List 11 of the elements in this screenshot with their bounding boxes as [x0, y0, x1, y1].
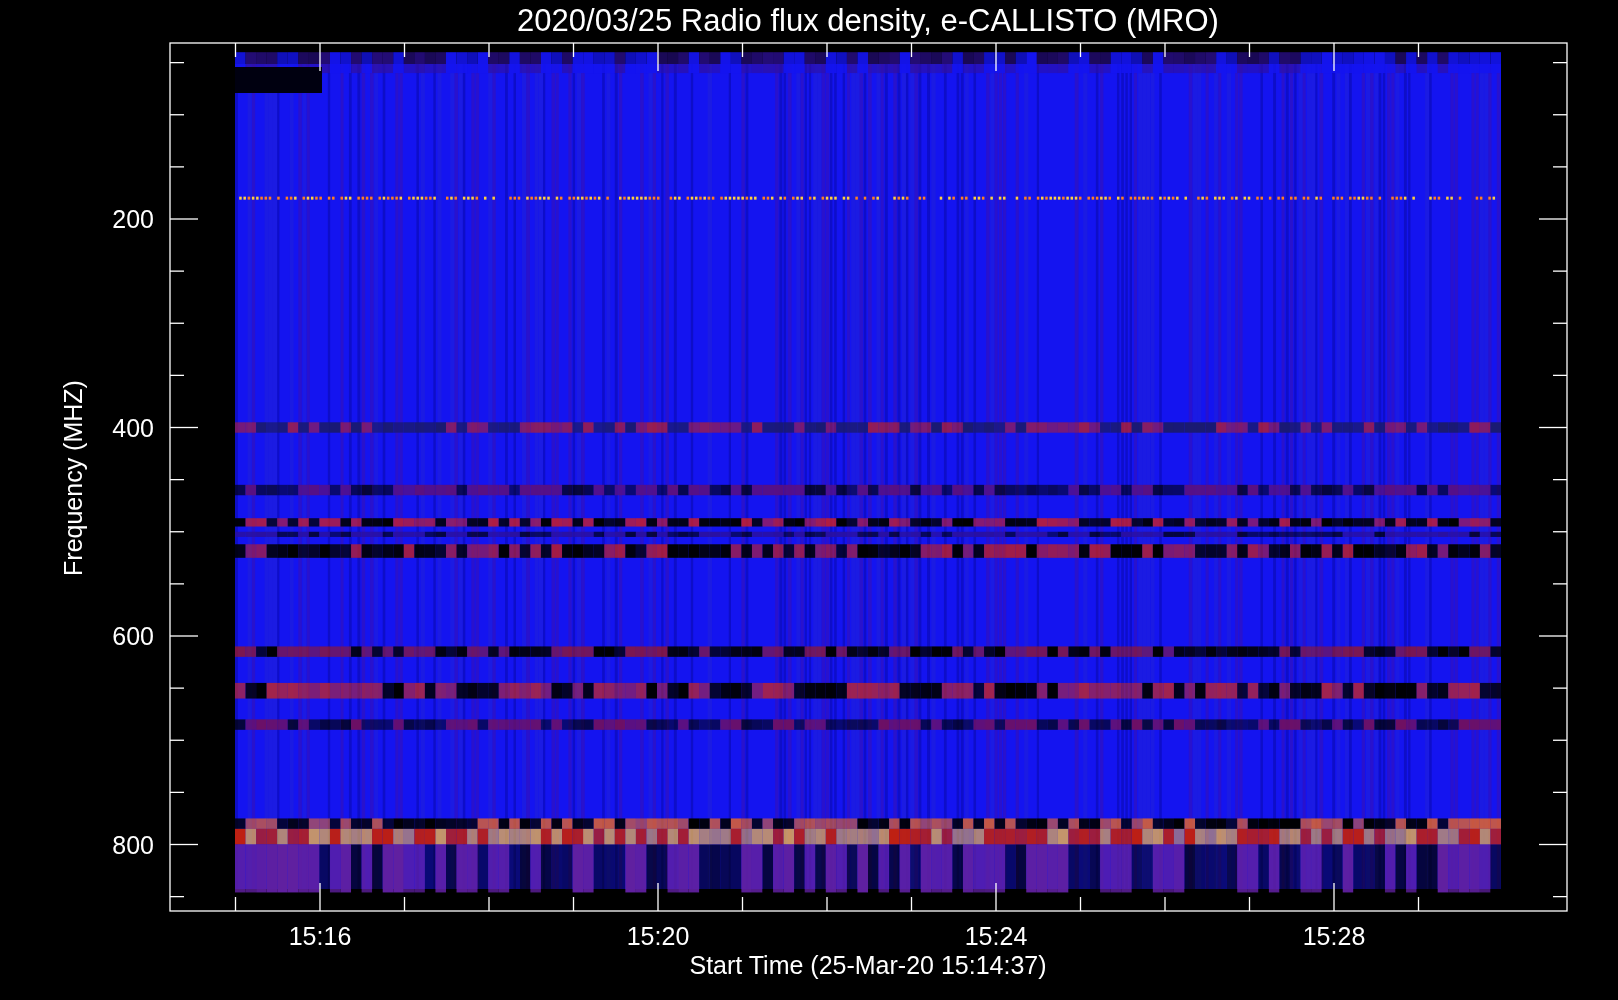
tick-label: 400 [112, 413, 154, 442]
axis-label: Start Time (25-Mar-20 15:14:37) [689, 951, 1047, 979]
tick-label: 15:28 [1302, 922, 1366, 950]
plot-title: 2020/03/25 Radio flux density, e-CALLISTO (MRO) [517, 3, 1219, 38]
tick-label: 200 [112, 205, 154, 233]
tick-label: 15:16 [288, 922, 352, 950]
tick-label: 15:24 [964, 922, 1028, 950]
tick-label: 800 [112, 830, 154, 859]
tick-label: 600 [112, 622, 154, 650]
tick-label: 15:20 [626, 922, 690, 950]
axis-label: Frequency (MHZ) [59, 380, 87, 576]
